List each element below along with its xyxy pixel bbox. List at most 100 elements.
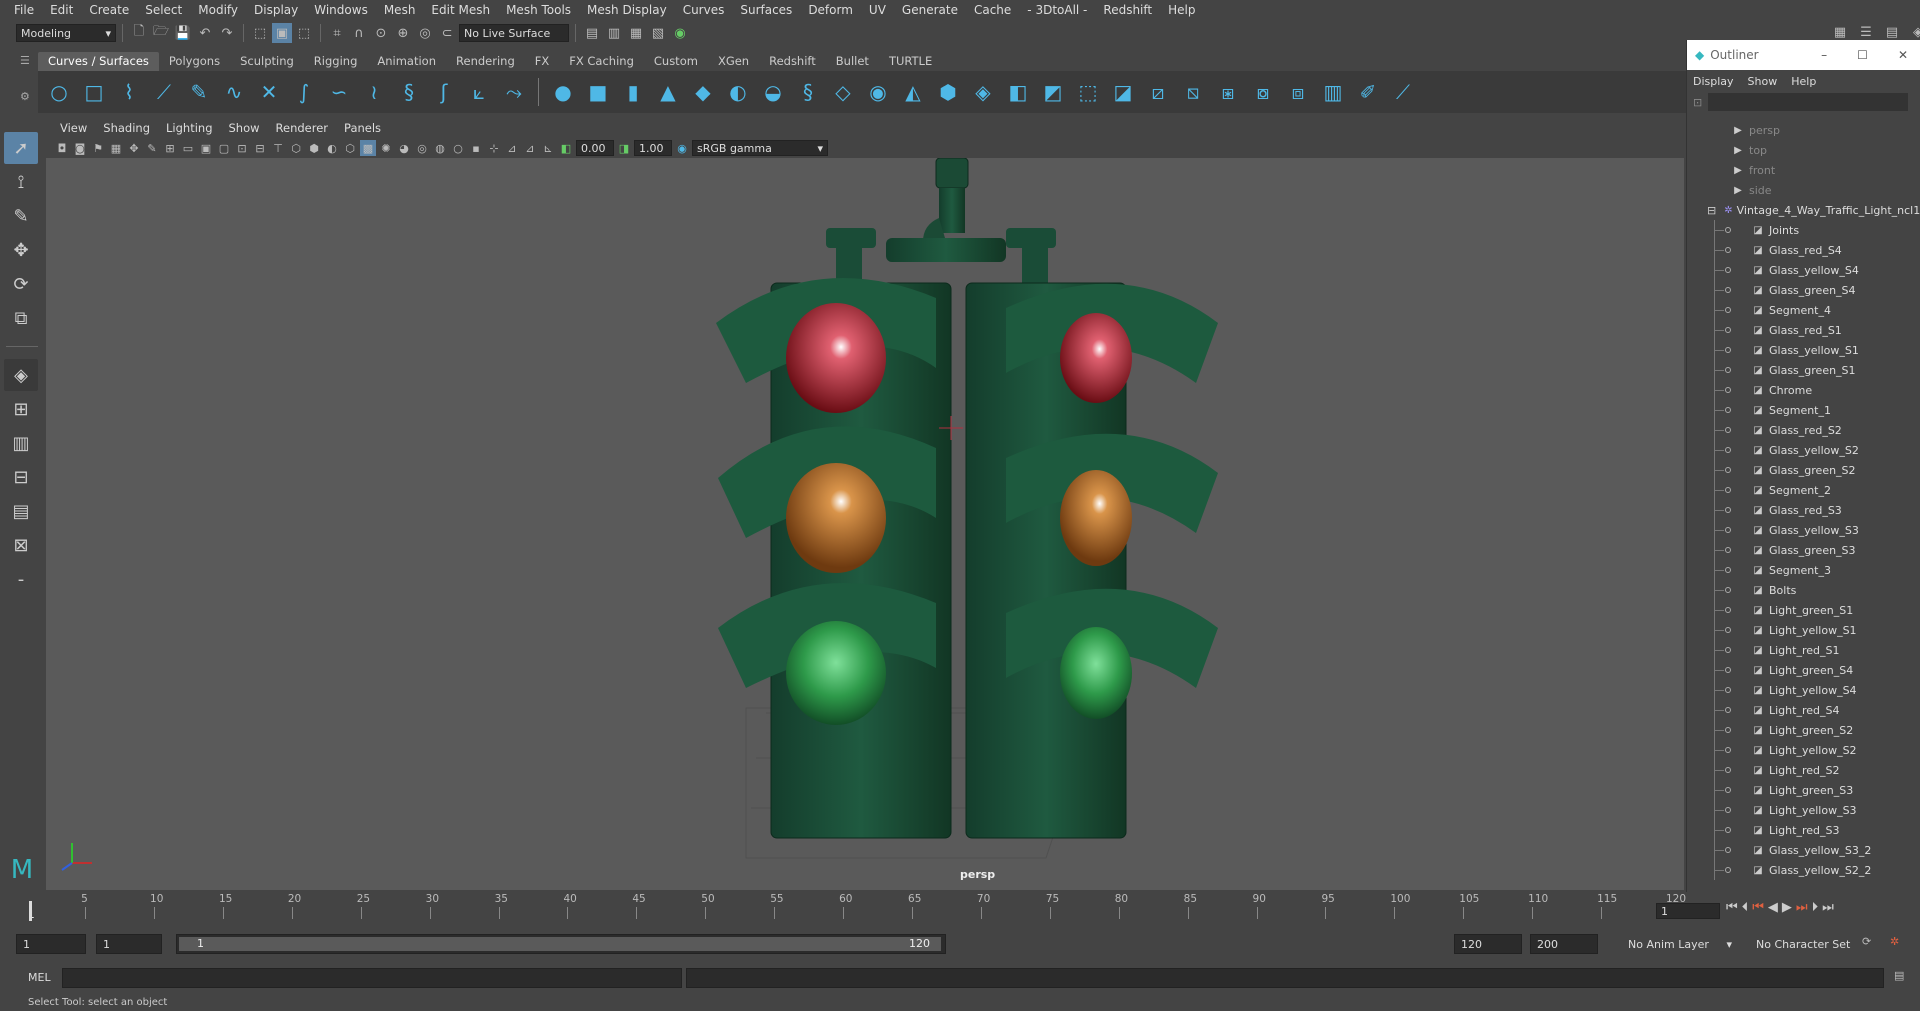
curve-offset-icon[interactable]: § [394, 77, 424, 107]
shelf-gear-icon[interactable]: ⚙ [20, 90, 30, 103]
persp-outliner-icon[interactable]: ⊟ [4, 461, 38, 493]
time-slider[interactable]: 1510152025303540455055606570758085909510… [24, 893, 1686, 923]
menu-item[interactable]: UV [861, 0, 894, 20]
shelf-tab[interactable]: Bullet [825, 52, 879, 71]
textured-icon[interactable]: ▩ [360, 140, 376, 156]
ambient-occlusion-icon[interactable]: ⊹ [486, 140, 502, 156]
gate-mask-icon[interactable]: ▢ [216, 140, 232, 156]
nurbs-square-icon[interactable]: □ [79, 77, 109, 107]
save-scene-icon[interactable]: 💾 [173, 23, 193, 43]
brush-icon[interactable]: ⟋ [1388, 77, 1418, 107]
outliner-mesh-row[interactable]: ◪ Segment_1 [1687, 400, 1920, 420]
menu-item[interactable]: Cache [966, 0, 1019, 20]
outliner-mesh-row[interactable]: ◪ Glass_yellow_S2_2 [1687, 860, 1920, 880]
nurbs-cube-icon[interactable]: ■ [583, 77, 613, 107]
outliner-camera-row[interactable]: ▶ front [1687, 160, 1920, 180]
anti-aliasing-icon[interactable]: ⊿ [522, 140, 538, 156]
outliner-mesh-row[interactable]: ◪ Light_yellow_S3 [1687, 800, 1920, 820]
menu-item[interactable]: Redshift [1095, 0, 1160, 20]
maximize-icon[interactable]: ☐ [1857, 48, 1868, 62]
xray-joints-icon[interactable]: ◍ [432, 140, 448, 156]
use-all-lights-icon[interactable]: ✺ [378, 140, 394, 156]
shelf-tab[interactable]: TURTLE [878, 52, 943, 71]
select-hierarchy-icon[interactable]: ⬚ [250, 23, 270, 43]
menu-item[interactable]: Display [246, 0, 306, 20]
select-component-icon[interactable]: ⬚ [294, 23, 314, 43]
play-forward-icon[interactable]: ▶ [1782, 900, 1792, 915]
mel-label[interactable]: MEL [28, 971, 51, 984]
outliner-camera-row[interactable]: ▶ persp [1687, 120, 1920, 140]
outliner-mesh-row[interactable]: ◪ Glass_yellow_S2 [1687, 440, 1920, 460]
paint-effects-icon[interactable]: ✐ [1353, 77, 1383, 107]
attach-surface-icon[interactable]: ⧆ [1213, 77, 1243, 107]
curve-project-icon[interactable]: ⤳ [499, 77, 529, 107]
sculpt-geometry-icon[interactable]: ⧈ [1283, 77, 1313, 107]
menu-item[interactable]: Help [1160, 0, 1203, 20]
live-surface-field[interactable]: No Live Surface [459, 24, 569, 42]
script-editor-icon[interactable]: ▤ [1894, 969, 1904, 982]
auto-key-icon[interactable]: ⟳ [1862, 935, 1871, 948]
camera-attributes-icon[interactable]: ◙ [72, 140, 88, 156]
shelf-tab[interactable]: Rigging [303, 52, 368, 71]
outliner-mesh-row[interactable]: ◪ Glass_yellow_S1 [1687, 340, 1920, 360]
field-chart-icon[interactable]: ⊡ [234, 140, 250, 156]
nurbs-cylinder-icon[interactable]: ▮ [618, 77, 648, 107]
extrude-icon[interactable]: ◉ [863, 77, 893, 107]
viewport-menu-item[interactable]: Show [221, 121, 268, 135]
outliner-mesh-row[interactable]: ◪ Glass_yellow_S4 [1687, 260, 1920, 280]
select-tool-icon[interactable]: ➚ [4, 132, 38, 164]
xray-components-icon[interactable]: ○ [450, 140, 466, 156]
snap-view-icon[interactable]: ⊕ [393, 23, 413, 43]
mel-input[interactable] [62, 968, 682, 988]
range-slider-handle[interactable] [179, 937, 941, 951]
untrim-icon[interactable]: ◪ [1108, 77, 1138, 107]
outliner-menu-item[interactable]: Show [1748, 75, 1778, 88]
scale-tool-icon[interactable]: ⧉ [4, 302, 38, 334]
exposure-field[interactable]: 0.00 [576, 140, 614, 156]
shelf-menu-icon[interactable]: ☰ [20, 54, 30, 67]
outliner-mesh-row[interactable]: ◪ Glass_red_S1 [1687, 320, 1920, 340]
shelf-tab[interactable]: XGen [707, 52, 760, 71]
undo-icon[interactable]: ↶ [195, 23, 215, 43]
outliner-mesh-row[interactable]: ◪ Glass_yellow_S3 [1687, 520, 1920, 540]
safe-action-icon[interactable]: ⊟ [252, 140, 268, 156]
detach-surface-icon[interactable]: ⧅ [1178, 77, 1208, 107]
move-tool-icon[interactable]: ✥ [4, 234, 38, 266]
ipr-render-icon[interactable]: ▦ [626, 23, 646, 43]
magnet-icon[interactable]: ⊂ [437, 23, 457, 43]
menu-item[interactable]: Mesh Display [579, 0, 675, 20]
menu-item[interactable]: Mesh Tools [498, 0, 579, 20]
new-scene-icon[interactable]: 🗋 [129, 23, 149, 43]
lasso-tool-icon[interactable]: ⟟ [4, 166, 38, 198]
menu-item[interactable]: Modify [190, 0, 246, 20]
play-back-icon[interactable]: ◀ [1768, 900, 1778, 915]
viewport-menu-item[interactable]: Panels [336, 121, 389, 135]
four-view-layout-icon[interactable]: ⊞ [4, 393, 38, 425]
hypershade-icon[interactable]: ◉ [670, 23, 690, 43]
film-gate-icon[interactable]: ▭ [180, 140, 196, 156]
current-frame-field[interactable]: 1 [1656, 903, 1720, 919]
menu-item[interactable]: Curves [675, 0, 733, 20]
outliner-mesh-row[interactable]: ◪ Glass_green_S4 [1687, 280, 1920, 300]
wireframe-on-shaded-icon[interactable]: ⬡ [342, 140, 358, 156]
outliner-mesh-row[interactable]: ◪ Light_red_S3 [1687, 820, 1920, 840]
menu-item[interactable]: Deform [800, 0, 861, 20]
channel-box-icon[interactable]: ▤ [1882, 22, 1902, 42]
nurbs-torus-icon[interactable]: ◐ [723, 77, 753, 107]
color-management-icon[interactable]: ◉ [674, 140, 690, 156]
menu-item[interactable]: Mesh [376, 0, 424, 20]
square-surface-icon[interactable]: ◧ [1003, 77, 1033, 107]
outliner-root-row[interactable]: ⊟ ✲ Vintage_4_Way_Traffic_Light_ncl1_1 [1687, 200, 1920, 220]
outliner-mesh-row[interactable]: ◪ Glass_green_S1 [1687, 360, 1920, 380]
grease-pencil-icon[interactable]: ✎ [144, 140, 160, 156]
render-settings-icon[interactable]: ▧ [648, 23, 668, 43]
outliner-menu-item[interactable]: Help [1791, 75, 1816, 88]
shadows-icon[interactable]: ◕ [396, 140, 412, 156]
nurbs-circle-icon[interactable]: ○ [44, 77, 74, 107]
exposure-icon[interactable]: ◧ [558, 140, 574, 156]
revolve-icon[interactable]: ◒ [758, 77, 788, 107]
outliner-mesh-row[interactable]: ◪ Glass_yellow_S3_2 [1687, 840, 1920, 860]
rotate-tool-icon[interactable]: ⟳ [4, 268, 38, 300]
mode-selector[interactable]: Modeling ▾ [16, 24, 116, 42]
snap-point-icon[interactable]: ⊙ [371, 23, 391, 43]
